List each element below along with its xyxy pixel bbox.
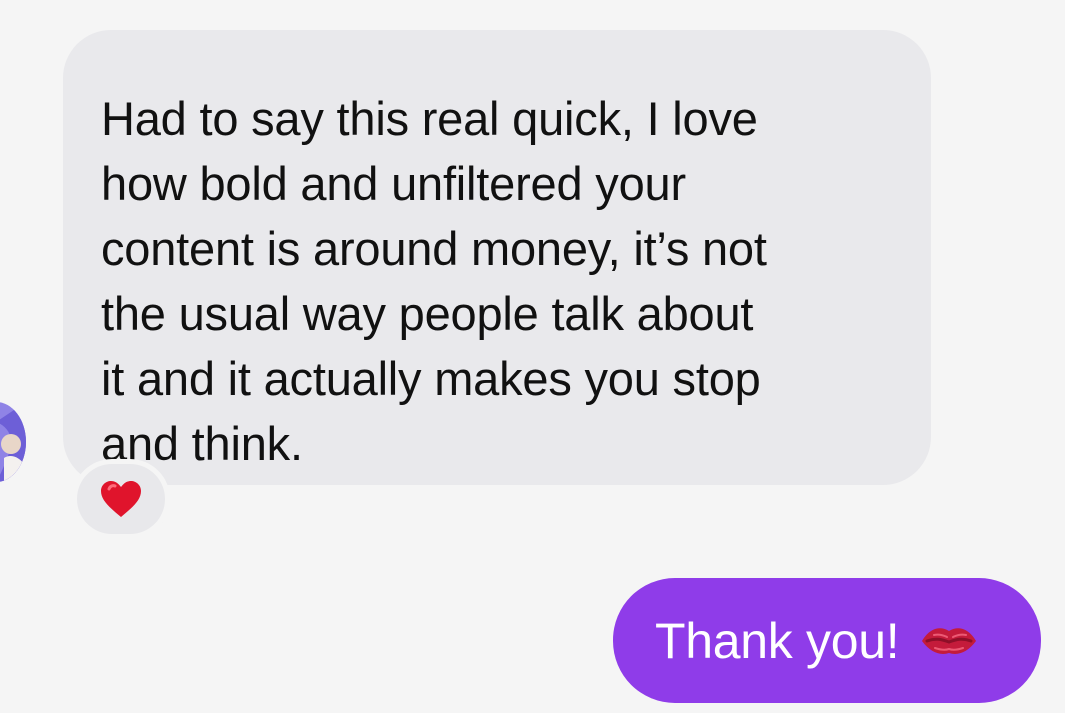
- outgoing-message-text: Thank you!: [655, 612, 900, 669]
- heart-icon: [101, 481, 141, 517]
- outgoing-message-bubble[interactable]: Thank you!: [613, 578, 1041, 703]
- avatar-image: [0, 402, 26, 482]
- reaction-badge[interactable]: [77, 464, 165, 534]
- kiss-mark-icon: [922, 627, 977, 654]
- avatar[interactable]: [0, 402, 26, 482]
- incoming-message-text: Had to say this real quick, I love how b…: [101, 92, 767, 470]
- incoming-message-bubble[interactable]: Had to say this real quick, I love how b…: [63, 30, 931, 485]
- chat-thread: Had to say this real quick, I love how b…: [0, 0, 1065, 713]
